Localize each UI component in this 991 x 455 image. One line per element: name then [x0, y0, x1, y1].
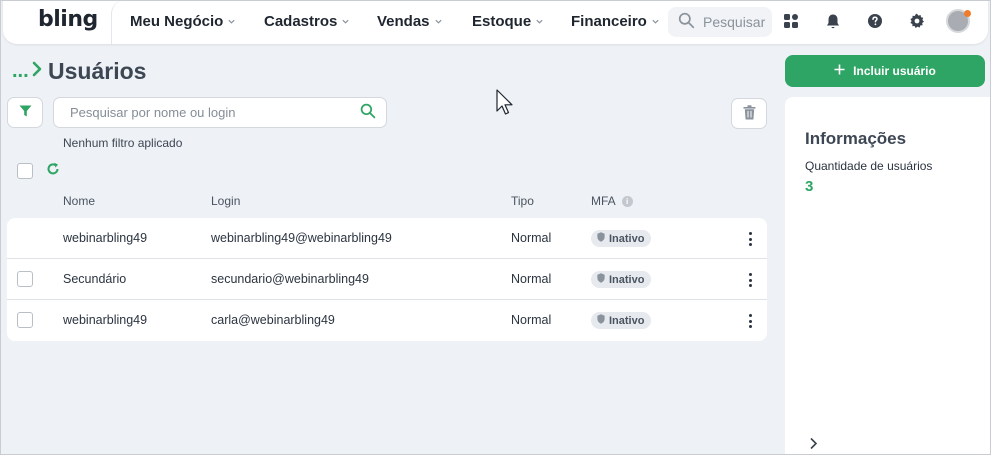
row-menu-icon[interactable]	[746, 231, 754, 247]
shield-icon	[597, 273, 605, 286]
info-icon[interactable]: i	[621, 195, 633, 207]
plus-icon	[834, 64, 845, 78]
mfa-status-badge: Inativo	[591, 312, 652, 329]
mfa-status-badge: Inativo	[591, 230, 652, 247]
global-search-input[interactable]	[703, 14, 767, 30]
chevron-down-icon	[434, 17, 443, 26]
nav-label: Vendas	[377, 13, 430, 30]
user-login: webinarbling49@webinarbling49	[211, 231, 392, 245]
table-row[interactable]: webinarbling49 carla@webinarbling49 Norm…	[7, 300, 767, 341]
chevron-down-icon	[535, 17, 544, 26]
nav-vendas[interactable]: Vendas	[377, 13, 443, 30]
info-panel: Informações Quantidade de usuários 3	[785, 97, 991, 455]
user-type: Normal	[511, 313, 552, 327]
nav-financeiro[interactable]: Financeiro	[571, 13, 660, 30]
bell-icon[interactable]	[823, 11, 843, 31]
mfa-status-label: Inativo	[609, 273, 645, 286]
nav-label: Financeiro	[571, 13, 647, 30]
nav-meu-negocio[interactable]: Meu Negócio	[130, 13, 236, 30]
breadcrumb-ellipsis: ...	[12, 60, 29, 82]
logo-divider	[111, 0, 125, 44]
shield-icon	[597, 314, 605, 327]
mouse-cursor-icon	[496, 89, 514, 120]
row-checkbox[interactable]	[17, 271, 33, 287]
user-type: Normal	[511, 272, 552, 286]
table-row[interactable]: Secundário secundario@webinarbling49 Nor…	[7, 259, 767, 300]
chevron-right-icon	[32, 60, 43, 83]
chevron-down-icon	[227, 17, 236, 26]
column-header-login[interactable]: Login	[211, 194, 240, 208]
trash-icon	[743, 104, 756, 123]
column-header-type[interactable]: Tipo	[511, 194, 534, 208]
row-menu-icon[interactable]	[746, 313, 754, 329]
avatar[interactable]	[946, 9, 971, 33]
gear-icon[interactable]	[907, 11, 927, 31]
users-table: webinarbling49 webinarbling49@webinarbli…	[7, 218, 767, 341]
chevron-right-icon[interactable]	[809, 437, 818, 453]
user-count-label: Quantidade de usuários	[805, 159, 933, 173]
global-search[interactable]	[668, 7, 772, 37]
info-panel-title: Informações	[805, 129, 907, 148]
nav-label: Estoque	[472, 13, 532, 30]
user-login: secundario@webinarbling49	[211, 272, 369, 286]
mfa-header-label: MFA	[591, 194, 616, 208]
apps-icon[interactable]	[781, 11, 801, 31]
mfa-status-badge: Inativo	[591, 271, 652, 288]
user-count-value: 3	[805, 178, 814, 195]
column-header-mfa[interactable]: MFA i	[591, 194, 633, 208]
nav-cadastros[interactable]: Cadastros	[264, 13, 350, 30]
bling-logo[interactable]: bling	[38, 7, 98, 32]
filter-status: Nenhum filtro aplicado	[63, 136, 183, 150]
column-header-name[interactable]: Nome	[63, 194, 95, 208]
row-checkbox[interactable]	[17, 312, 33, 328]
user-name: webinarbling49	[63, 313, 148, 327]
delete-button[interactable]	[731, 98, 767, 129]
nav-label: Cadastros	[264, 13, 338, 30]
include-user-label: Incluir usuário	[853, 64, 936, 78]
user-type: Normal	[511, 231, 552, 245]
nav-estoque[interactable]: Estoque	[472, 13, 544, 30]
top-navbar: bling Meu Negócio Cadastros Vendas Estoq…	[3, 0, 988, 44]
include-user-button[interactable]: Incluir usuário	[785, 55, 985, 87]
filter-button[interactable]	[7, 97, 43, 128]
chevron-down-icon	[651, 17, 660, 26]
user-search-input[interactable]	[70, 105, 360, 120]
user-name: Secundário	[63, 272, 127, 286]
shield-icon	[597, 232, 605, 245]
help-icon[interactable]	[865, 11, 885, 31]
page-title: Usuários	[48, 58, 147, 84]
nav-label: Meu Negócio	[130, 13, 224, 30]
row-menu-icon[interactable]	[746, 272, 754, 288]
search-icon	[678, 12, 695, 32]
mfa-status-label: Inativo	[609, 232, 645, 245]
search-icon[interactable]	[360, 103, 376, 122]
chevron-down-icon	[341, 17, 350, 26]
filter-icon	[19, 105, 32, 120]
user-name: webinarbling49	[63, 231, 148, 245]
mfa-status-label: Inativo	[609, 314, 645, 327]
user-login: carla@webinarbling49	[211, 313, 335, 327]
select-all-checkbox[interactable]	[17, 163, 33, 179]
notification-dot	[964, 10, 971, 17]
table-row[interactable]: webinarbling49 webinarbling49@webinarbli…	[7, 218, 767, 259]
refresh-icon[interactable]	[46, 162, 60, 179]
breadcrumb[interactable]: ...	[12, 60, 43, 83]
user-search[interactable]	[53, 97, 387, 128]
